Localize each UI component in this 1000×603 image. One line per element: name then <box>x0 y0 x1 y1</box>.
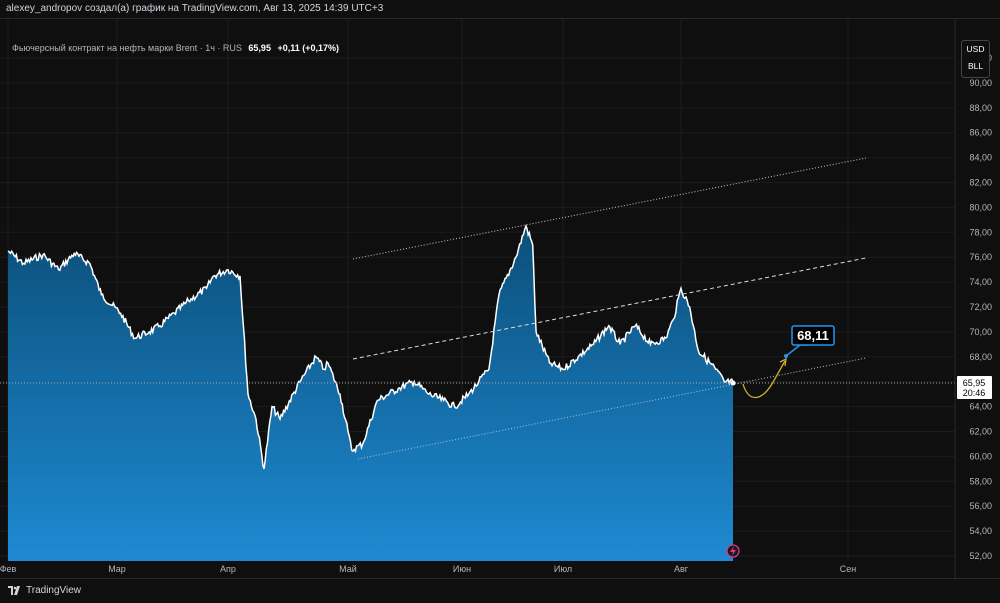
symbol-legend[interactable]: Фьючерсный контракт на нефть марки Brent… <box>12 43 339 53</box>
y-tick-label: 72,00 <box>969 302 992 312</box>
footer: TradingView <box>0 578 1000 603</box>
last-point <box>730 380 736 386</box>
y-tick-label: 74,00 <box>969 277 992 287</box>
time-axis[interactable]: Фев Мар Апр Май Июн Июл Авг Сен <box>0 564 856 574</box>
x-tick-label: Мар <box>108 564 126 574</box>
x-tick-label: Авг <box>674 564 689 574</box>
y-tick-label: 90,00 <box>969 78 992 88</box>
price-change: +0,11 (+0,17%) <box>277 43 340 53</box>
symbol-description: Фьючерсный контракт на нефть марки Brent… <box>12 43 242 53</box>
currency-label: USD <box>966 44 985 54</box>
y-tick-label: 80,00 <box>969 202 992 212</box>
x-tick-label: Фев <box>0 564 17 574</box>
y-tick-label: 76,00 <box>969 252 992 262</box>
x-tick-label: Май <box>339 564 357 574</box>
y-tick-label: 88,00 <box>969 103 992 113</box>
currency-unit-selector[interactable]: USD BLL <box>961 40 990 78</box>
tradingview-logo[interactable]: TradingView <box>8 585 81 596</box>
author-line: alexey_andropov создал(а) график на Trad… <box>6 3 384 14</box>
channel-top-line[interactable] <box>352 157 867 260</box>
x-tick-label: Сен <box>840 564 857 574</box>
y-tick-label: 52,00 <box>969 551 992 561</box>
y-tick-label: 78,00 <box>969 227 992 237</box>
y-tick-label: 58,00 <box>969 476 992 486</box>
forecast-arrow[interactable] <box>742 360 786 399</box>
last-price-value: 65,95 <box>963 378 986 388</box>
bar-countdown: 20:46 <box>963 388 986 398</box>
x-tick-label: Июн <box>453 564 471 574</box>
price-chart[interactable]: 68,11 52,00 54,00 56,00 58,00 60,00 62,00 64,0… <box>0 19 1000 579</box>
target-callout[interactable]: 68,11 <box>784 325 835 358</box>
price-label-box: 65,95 20:46 <box>957 376 992 399</box>
target-price-label: 68,11 <box>797 328 829 343</box>
last-price: 65,95 <box>248 43 271 53</box>
y-tick-label: 86,00 <box>969 128 992 138</box>
y-tick-label: 60,00 <box>969 451 992 461</box>
alert-bolt-icon[interactable] <box>726 544 740 558</box>
top-bar: alexey_andropov создал(а) график на Trad… <box>0 0 1000 18</box>
y-tick-label: 84,00 <box>969 153 992 163</box>
y-tick-label: 68,00 <box>969 352 992 362</box>
y-tick-label: 54,00 <box>969 526 992 536</box>
y-tick-label: 82,00 <box>969 178 992 188</box>
x-tick-label: Июл <box>554 564 572 574</box>
x-tick-label: Апр <box>220 564 236 574</box>
brand-name: TradingView <box>26 585 82 596</box>
unit-label: BLL <box>967 61 984 71</box>
price-axis[interactable]: 52,0054,0056,0058,0060,0062,0064,0066,00… <box>969 53 992 561</box>
y-tick-label: 64,00 <box>969 402 992 412</box>
y-tick-label: 56,00 <box>969 501 992 511</box>
y-tick-label: 62,00 <box>969 427 992 437</box>
y-tick-label: 70,00 <box>969 327 992 337</box>
chart-area[interactable]: 68,11 52,00 54,00 56,00 58,00 60,00 62,00 64,0… <box>0 18 1000 579</box>
